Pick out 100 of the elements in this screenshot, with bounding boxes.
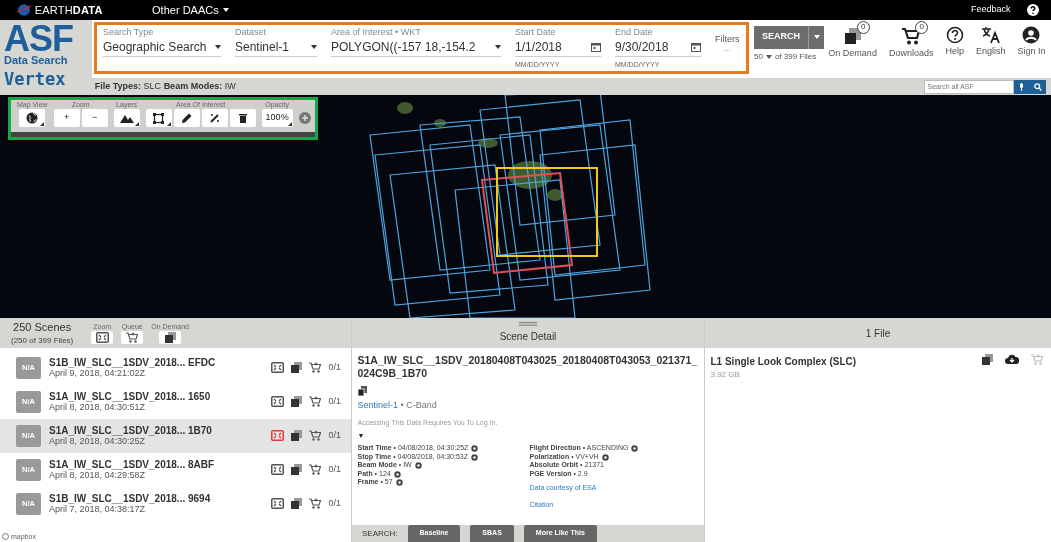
stacked-squares-icon (291, 498, 303, 510)
scene-title: S1A_IW_SLC__1SDV_20180408T043025_20180408T043053_021371_024C9B_1B70 (357, 353, 699, 380)
add-button[interactable] (298, 109, 311, 127)
gear-icon (601, 453, 609, 461)
scene-name: S1A_IW_SLC__1SDV_2018... 1B70 (49, 425, 213, 437)
date-field[interactable]: 1/1/2018 (515, 37, 601, 57)
dataset-link[interactable]: Sentinel-1 (357, 399, 399, 410)
scene-date: April 9, 2018, 04:21:02Z (49, 368, 147, 379)
scene-date: April 8, 2018, 04:29:58Z (49, 470, 147, 481)
file-queue-count: 0/1 (328, 361, 341, 374)
dropdown-field[interactable]: Sentinel-1 (235, 37, 317, 57)
help-icon (945, 25, 964, 44)
scene-date: April 7, 2018, 04:38:17Z (49, 504, 147, 515)
gear-icon (631, 445, 639, 452)
cart-icon (309, 362, 322, 374)
nasa-logo-icon (16, 4, 32, 16)
earthdata-logo-text[interactable]: EARTHDATA (34, 1, 103, 19)
map-tool-button[interactable] (229, 109, 256, 127)
zoom-to-icon (271, 498, 285, 510)
caret-icon (765, 55, 772, 60)
zoom-to-icon (271, 396, 285, 408)
map-tool-button[interactable]: − (81, 109, 108, 127)
caret-icon (813, 35, 820, 39)
globe-icon (26, 112, 39, 124)
search-icon (1033, 82, 1042, 91)
cart-icon (901, 25, 922, 46)
map-tool-button[interactable] (173, 109, 200, 127)
caret-icon (311, 44, 317, 49)
header-nav-link[interactable]: Sign In (1017, 46, 1046, 57)
mapbox-logo-icon (2, 533, 9, 541)
account-icon (1022, 25, 1041, 44)
stacked-squares-icon (842, 25, 863, 46)
scene-name: S1B_IW_SLC__1SDV_2018... EFDC (49, 357, 217, 369)
search-options-button[interactable] (808, 25, 824, 49)
header-nav-link[interactable]: English (975, 46, 1006, 57)
scene-name: S1A_IW_SLC__1SDV_2018... 1650 (49, 391, 212, 403)
max-results-dropdown[interactable]: 50 (754, 51, 772, 64)
stacked-squares-icon (291, 362, 303, 374)
mic-icon (1019, 82, 1024, 91)
zoom-to-icon (271, 464, 285, 476)
field-label: End Date (615, 27, 654, 37)
mountains-icon (119, 113, 134, 123)
count-badge: 0 (856, 20, 870, 34)
cart-icon (309, 498, 322, 510)
map-tool-button[interactable] (113, 109, 140, 127)
scene-name: S1B_IW_SLC__1SDV_2018... 9694 (49, 493, 212, 505)
logo-subtitle: Data Search (4, 54, 69, 66)
feedback-link[interactable]: Feedback (970, 3, 1011, 17)
help-icon (1027, 4, 1039, 16)
results-tool-button[interactable] (159, 330, 182, 344)
translate-icon (980, 25, 1001, 44)
map-tool-button[interactable] (19, 109, 46, 127)
file-queue-count: 0/1 (328, 463, 341, 476)
calendar-icon (691, 41, 701, 52)
stacked-squares-icon (981, 353, 993, 365)
file-queue-count: 0/1 (328, 497, 341, 510)
file-count: (250 of 399 Files) (11, 335, 74, 348)
field-label: Start Date (515, 27, 557, 37)
results-tool-button[interactable] (91, 330, 114, 344)
gear-icon (414, 462, 422, 469)
map-tool-button[interactable] (201, 109, 228, 127)
drag-handle-icon[interactable] (519, 322, 537, 327)
caret-icon (495, 44, 501, 49)
panel-title: Scene Detail (499, 329, 557, 344)
filters-button[interactable]: Filters ... (715, 27, 740, 71)
vertex-logo-text: Vertex (4, 70, 67, 88)
map-tool-button[interactable]: + (53, 109, 80, 127)
date-field[interactable]: 9/30/2018 (615, 37, 701, 57)
field-label: Dataset (235, 27, 268, 37)
cart-icon (309, 464, 322, 476)
cart-icon (309, 396, 322, 408)
field-label: Area of Interest • WKT (331, 27, 422, 37)
file-queue-count: 0/1 (328, 429, 341, 442)
dropdown-field[interactable]: Geographic Search (103, 37, 221, 57)
add-icon (298, 112, 311, 124)
header-nav-link[interactable]: Downloads (888, 48, 934, 59)
other-daacs-menu[interactable]: Other DAACs (135, 1, 229, 19)
panel-title: 1 File (865, 326, 891, 341)
asf-logo-text: ASF (4, 24, 74, 54)
band-text: • C-Band (400, 399, 437, 410)
results-count: of 399 Files (774, 51, 817, 64)
cart-icon (1030, 353, 1043, 365)
search-button[interactable]: SEARCH (754, 25, 808, 49)
count-badge: 0 (915, 20, 929, 34)
copy-icon (357, 386, 367, 397)
map-tool-button[interactable] (145, 109, 172, 127)
map-tool-button[interactable]: 100% (261, 109, 293, 127)
calendar-icon (591, 41, 601, 52)
scene-date: April 8, 2018, 04:30:51Z (49, 402, 147, 413)
scene-name: S1A_IW_SLC__1SDV_2018... 8ABF (49, 459, 216, 471)
results-tool-button[interactable] (121, 330, 144, 344)
stacked-squares-icon (291, 396, 303, 408)
cart-icon (309, 430, 322, 442)
scene-count: 250 Scenes (12, 319, 73, 335)
header-nav-link[interactable]: Help (945, 46, 964, 57)
stacked-squares-icon (291, 430, 303, 442)
dropdown-field[interactable]: POLYGON((-157 18,-154.2 (331, 37, 501, 57)
header-nav-link[interactable]: On Demand (828, 48, 877, 59)
zoom-to-icon (271, 362, 285, 374)
bounding-box-icon (153, 112, 165, 124)
